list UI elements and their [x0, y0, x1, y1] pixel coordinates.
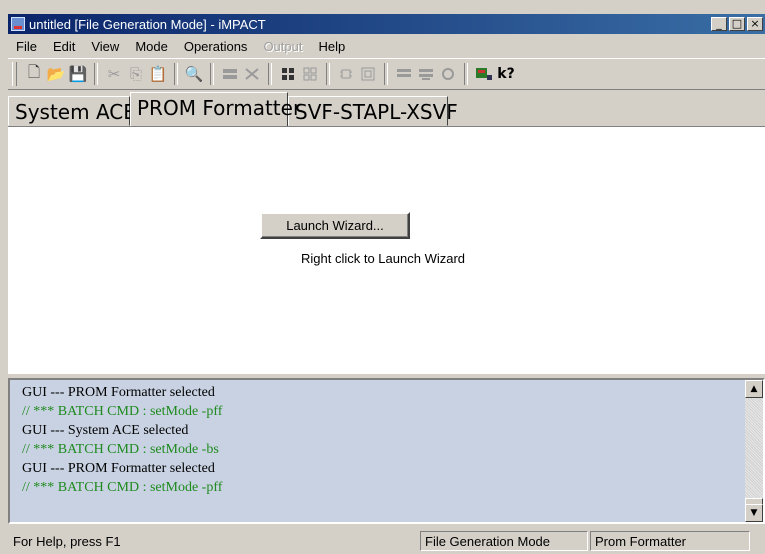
toolbar: 🗋 📂 💾 ✂ ⎘ 📋 🔍 k?	[8, 58, 765, 90]
copy-icon: ⎘	[129, 65, 142, 83]
close-button[interactable]: ×	[747, 17, 763, 31]
tab-prom-formatter[interactable]: PROM Formatter	[130, 92, 301, 126]
window-controls: _ □ ×	[711, 17, 763, 31]
toolbar-grip[interactable]	[12, 62, 17, 86]
scroll-up-icon[interactable]: ▲	[745, 380, 763, 398]
new-file-icon[interactable]: 🗋	[24, 63, 44, 84]
chip-window-icon	[358, 64, 378, 84]
paste-icon[interactable]: 📋	[148, 64, 168, 84]
log-vertical-scrollbar[interactable]: ▲ ▼	[745, 380, 763, 522]
chip-icon	[336, 64, 356, 84]
menu-bar: File Edit View Mode Operations Output He…	[8, 36, 765, 56]
find-icon[interactable]: 🔍	[184, 64, 204, 84]
toolbar-separator	[464, 63, 468, 85]
status-panel: Prom Formatter	[590, 531, 750, 551]
status-help-text: For Help, press F1	[13, 534, 121, 549]
toolbar-separator	[268, 63, 272, 85]
title-bar[interactable]: untitled [File Generation Mode] - iMPACT…	[8, 14, 765, 34]
menu-help[interactable]: Help	[310, 39, 353, 54]
toolbar-separator	[210, 63, 214, 85]
launch-wizard-hint: Right click to Launch Wizard	[301, 251, 466, 266]
menu-edit[interactable]: Edit	[45, 39, 83, 54]
cut-icon: ✂	[107, 65, 121, 83]
console-log-panel[interactable]: GUI --- PROM Formatter selected // *** B…	[8, 378, 765, 524]
toolbar-separator	[326, 63, 330, 85]
window-title: untitled [File Generation Mode] - iMPACT	[29, 16, 266, 32]
workspace-canvas[interactable]: Launch Wizard... Right click to Launch W…	[8, 126, 765, 374]
chain-icon	[220, 64, 240, 84]
status-bar: For Help, press F1 File Generation Mode …	[8, 528, 765, 554]
context-help-icon[interactable]: k?	[496, 64, 516, 84]
menu-mode[interactable]: Mode	[127, 39, 176, 54]
log-line: // *** BATCH CMD : setMode -bs	[22, 442, 219, 457]
tab-system-ace[interactable]: System ACE	[8, 96, 136, 126]
toolbar-separator	[94, 63, 98, 85]
toolbar-separator	[384, 63, 388, 85]
device-grid-outline-icon	[300, 64, 320, 84]
log-line: GUI --- PROM Formatter selected	[22, 385, 215, 400]
open-folder-icon[interactable]: 📂	[46, 64, 66, 84]
log-line: // *** BATCH CMD : setMode -pff	[22, 404, 223, 419]
log-lines: GUI --- PROM Formatter selected // *** B…	[22, 383, 222, 497]
menu-file[interactable]: File	[8, 39, 45, 54]
toolbar-separator	[174, 63, 178, 85]
menu-output: Output	[263, 38, 303, 54]
scroll-down-icon[interactable]: ▼	[745, 504, 763, 522]
output-device-icon[interactable]	[474, 64, 494, 84]
app-icon	[11, 17, 25, 31]
tab-svf-stapl-xsvf[interactable]: SVF-STAPL-XSVF	[288, 96, 458, 126]
device-grid-icon[interactable]	[278, 64, 298, 84]
log-line: GUI --- System ACE selected	[22, 423, 189, 438]
log-line: // *** BATCH CMD : setMode -pff	[22, 480, 223, 495]
chain-delete-icon	[242, 64, 262, 84]
program-icon	[394, 64, 414, 84]
log-line: GUI --- PROM Formatter selected	[22, 461, 215, 476]
menu-view[interactable]: View	[83, 39, 127, 54]
menu-operations[interactable]: Operations	[176, 39, 256, 54]
minimize-button[interactable]: _	[711, 17, 727, 31]
save-icon[interactable]: 💾	[68, 64, 88, 84]
launch-wizard-button[interactable]: Launch Wizard...	[260, 212, 410, 239]
erase-icon	[438, 64, 458, 84]
status-mode: File Generation Mode	[420, 531, 588, 551]
verify-icon	[416, 64, 436, 84]
maximize-button[interactable]: □	[729, 17, 745, 31]
tab-bar: System ACE PROM Formatter SVF-STAPL-XSVF	[8, 92, 765, 126]
